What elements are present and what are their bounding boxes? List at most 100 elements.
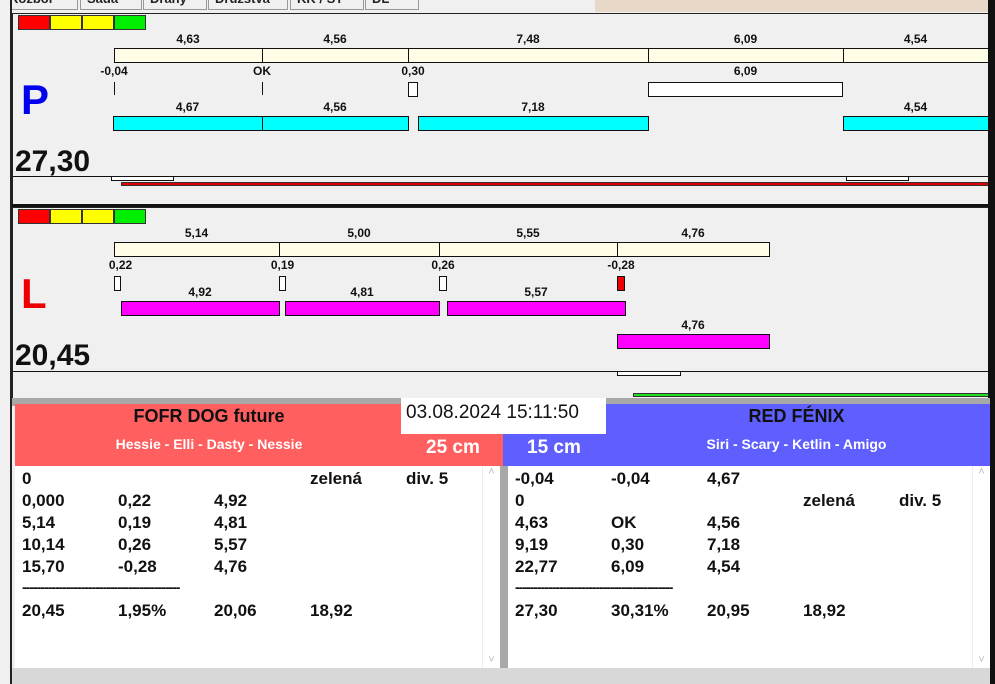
team-left-name: FOFR DOG future: [133, 406, 285, 426]
list-cell: 5,57: [214, 535, 248, 554]
throw-segment: [114, 242, 280, 257]
throw-segment: [648, 48, 844, 63]
throw-segment: [262, 48, 409, 63]
list-cell: 10,14: [22, 535, 65, 554]
progress-line: [121, 182, 991, 186]
segment-value: 6,09: [733, 32, 758, 46]
tab-1[interactable]: Sada: [80, 0, 142, 10]
tick-mark: [114, 82, 115, 95]
list-cell: 0: [22, 469, 32, 488]
list-cell: 15,70: [22, 557, 65, 576]
segment-value: 5,55: [516, 226, 540, 240]
list-cell: 0,26: [118, 535, 152, 554]
diff-box: [408, 82, 418, 97]
list-cell: 4,67: [707, 469, 741, 488]
diff-value: 0,30: [401, 64, 425, 78]
run-value: 4,76: [681, 318, 705, 332]
list-cell: 0,22: [118, 491, 152, 510]
throw-segment: [439, 242, 618, 257]
list-cell: 1,95%: [118, 601, 167, 620]
lane-p-panel: 4,63 4,56 7,48 6,09 4,54 -0,04 OK 0,30 6,09 4,67 4…: [12, 13, 991, 205]
segment-value: 4,63: [176, 32, 200, 46]
run-bar: [262, 116, 409, 131]
throw-segment: [114, 48, 263, 63]
list-cell: 0,000: [22, 491, 65, 510]
color-indicator: [50, 209, 82, 224]
progress-line: [633, 393, 991, 397]
tab-bar-filler: [595, 0, 995, 12]
list-cell: 27,30: [515, 601, 558, 620]
team-right-name: RED FÉNIX: [748, 406, 845, 426]
throw-segment: [617, 242, 770, 257]
diff-box: [279, 276, 286, 291]
diff-value: 0,22: [108, 258, 133, 272]
tab-3[interactable]: Družstva: [208, 0, 288, 10]
segment-value: 7,48: [516, 32, 540, 46]
list-cell: -0,04: [515, 469, 554, 488]
diff-box: [114, 276, 121, 291]
segment-value: 4,56: [323, 32, 347, 46]
color-indicator: [50, 15, 82, 30]
run-value: 4,92: [188, 285, 212, 299]
list-cell: 20,45: [22, 601, 65, 620]
diff-value: -0,28: [607, 258, 635, 272]
list-cell: 30,31%: [611, 601, 669, 620]
lane-letter: L: [21, 270, 47, 317]
diff-value: 0,26: [431, 258, 455, 272]
run-value: 4,56: [323, 100, 347, 114]
lane-total: 20,45: [15, 339, 91, 372]
segment-value: 5,00: [347, 226, 371, 240]
team-right-distance: 15 cm: [527, 437, 581, 458]
diff-value: -0,04: [100, 64, 128, 78]
color-indicator: [82, 15, 114, 30]
throw-segment: [843, 48, 989, 63]
list-cell: 4,92: [214, 491, 248, 510]
run-bar: [418, 116, 649, 131]
throw-segment: [408, 48, 649, 63]
list-cell: 22,77: [515, 557, 558, 576]
list-cell: -0,04: [611, 469, 650, 488]
tab-4[interactable]: KK / ST: [290, 0, 364, 10]
tab-0[interactable]: Rozbor: [2, 0, 78, 10]
list-cell: 0: [515, 491, 525, 510]
list-cell: OK: [611, 513, 637, 532]
list-cell: 0,19: [118, 513, 152, 532]
diff-value: 0,19: [270, 258, 295, 272]
tick-mark: [262, 82, 263, 95]
run-bar: [113, 116, 263, 131]
list-cell: ----------------------------------------…: [515, 579, 673, 595]
segment-value: 4,76: [681, 226, 705, 240]
run-bar: [447, 301, 626, 316]
position-marker: [111, 176, 174, 181]
position-marker: [846, 176, 909, 181]
color-indicator: [82, 209, 114, 224]
lane-l-panel: 5,14 5,00 5,55 4,76 0,22 0,19 0,26 -0,28 4,92 4,8…: [12, 207, 991, 399]
run-bar: [121, 301, 280, 316]
diff-box: [439, 276, 447, 291]
datetime: 03.08.2024 15:11:50: [401, 398, 606, 434]
run-value: 4,67: [175, 100, 200, 114]
diff-value: OK: [253, 64, 271, 78]
left-edge: [0, 0, 12, 684]
tab-2[interactable]: Dráhy: [143, 0, 207, 10]
scrollbar[interactable]: ˄ ˅: [482, 466, 500, 668]
team-left-list[interactable]: ˄ ˅ 0 zelená div. 5 0,000 0,22 4,92 5,14 0,19 4,81…: [15, 466, 500, 668]
team-right-list[interactable]: ˄ ˅ -0,04 -0,04 4,67 0 zelená div. 5 4,63 OK 4,56 9…: [508, 466, 990, 668]
scrollbar[interactable]: ˄ ˅: [972, 466, 990, 668]
color-indicator: [18, 209, 50, 224]
run-value: 4,81: [350, 285, 374, 299]
segment-value: 4,54: [903, 32, 928, 46]
list-cell: 18,92: [310, 601, 353, 620]
list-cell: 6,09: [611, 557, 645, 576]
tab-5[interactable]: DL: [365, 0, 419, 10]
team-left-distance: 25 cm: [426, 437, 480, 458]
list-cell: 4,81: [214, 513, 248, 532]
run-bar: [617, 334, 770, 349]
list-cell: 4,56: [707, 513, 741, 532]
list-cell: div. 5: [899, 491, 942, 510]
list-cell: 4,63: [515, 513, 549, 532]
list-cell: div. 5: [406, 469, 449, 488]
position-marker: [617, 371, 681, 376]
list-cell: 4,54: [707, 557, 741, 576]
list-cell: 20,95: [707, 601, 750, 620]
